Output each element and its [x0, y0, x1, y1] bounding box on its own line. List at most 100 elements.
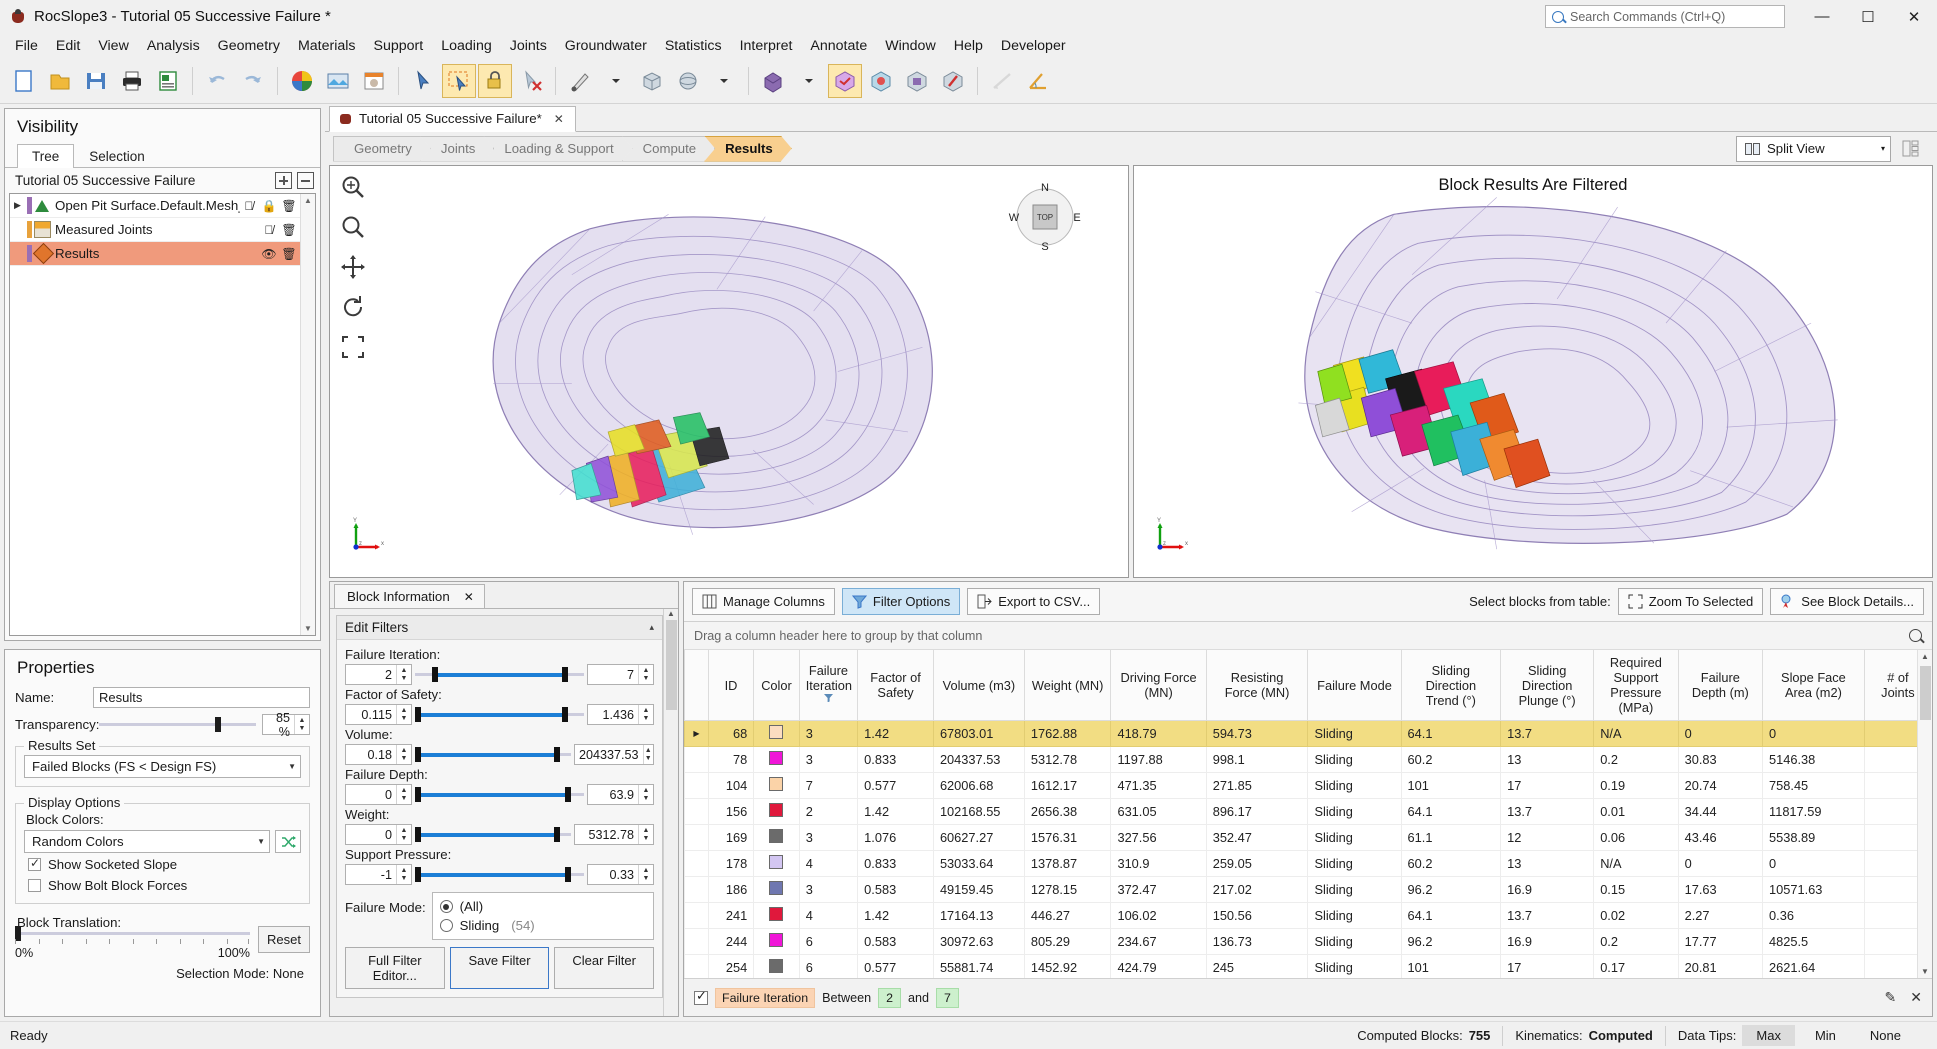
scroll-up-icon[interactable]: ▲ — [667, 609, 675, 618]
table-row[interactable]: 104 7 0.577 62006.68 1612.17 471.35 271.85 Slid… — [684, 772, 1932, 799]
failure-iteration-slider[interactable] — [415, 667, 584, 682]
rotate-icon[interactable] — [338, 292, 368, 322]
export-csv-button[interactable]: Export to CSV... — [967, 588, 1101, 615]
spinner-arrows[interactable]: ▲ ▼ — [396, 665, 411, 684]
menu-file[interactable]: File — [6, 35, 47, 57]
menu-view[interactable]: View — [89, 35, 138, 57]
dropdown-caret-icon[interactable] — [792, 64, 826, 98]
col-header-id[interactable]: ID — [707, 650, 755, 721]
name-input[interactable]: Results — [93, 687, 310, 708]
menu-interpret[interactable]: Interpret — [731, 35, 802, 57]
table-row[interactable]: 169 3 1.076 60627.27 1576.31 327.56 352.47 Slid… — [684, 824, 1932, 851]
angle-icon[interactable] — [1021, 64, 1055, 98]
spinner-arrows[interactable]: ▲ ▼ — [396, 865, 411, 884]
expand-arrow-icon[interactable]: ▶ — [14, 200, 27, 211]
tree-item-measured-joints[interactable]: Measured Joints 👁̸ 🗑 — [10, 218, 300, 242]
table-row[interactable]: 178 4 0.833 53033.64 1378.87 310.9 259.05 Slidi… — [684, 850, 1932, 877]
menu-joints[interactable]: Joints — [501, 35, 556, 57]
spinner-arrows[interactable]: ▲ ▼ — [396, 705, 411, 724]
spinner-arrows[interactable]: ▲ ▼ — [396, 825, 411, 844]
radio-all[interactable] — [439, 900, 453, 913]
show-bolt-block-forces-row[interactable]: Show Bolt Block Forces — [24, 874, 301, 895]
lock-icon[interactable]: 🔒 — [260, 199, 278, 213]
factor-of-safety-min-input[interactable]: 0.115 ▲ ▼ — [345, 704, 412, 725]
failure-depth-slider[interactable] — [415, 787, 584, 802]
report-icon[interactable] — [151, 64, 185, 98]
tree-scrollbar[interactable]: ▲ ▼ — [300, 194, 315, 635]
select-lock-icon[interactable] — [478, 63, 512, 98]
step-compute[interactable]: Compute — [622, 136, 716, 162]
dropdown-caret-icon[interactable] — [707, 64, 741, 98]
slider-knob[interactable] — [215, 717, 222, 732]
viewport-right[interactable]: Block Results Are Filtered x Y z — [1133, 165, 1933, 578]
search-icon[interactable] — [1909, 629, 1922, 642]
display-options-icon[interactable] — [321, 64, 355, 98]
col-header-weight[interactable]: Weight (MN) — [1023, 650, 1112, 721]
weight-slider[interactable] — [415, 827, 571, 842]
filter-value-low[interactable]: 2 — [878, 987, 902, 1008]
scroll-down-icon[interactable]: ▼ — [304, 622, 312, 635]
col-header-required-support-pressure[interactable]: Required Support Pressure (MPa) — [1593, 650, 1679, 721]
block-information-scrollbar[interactable]: ▲ — [663, 609, 678, 1016]
visible-eye-icon[interactable]: 👁 — [260, 247, 278, 261]
failure-iteration-max-input[interactable]: 7 ▲ ▼ — [587, 664, 654, 685]
spinner-arrows[interactable]: ▲ ▼ — [638, 665, 653, 684]
show-bolt-block-forces-checkbox[interactable] — [28, 879, 41, 892]
table-row[interactable]: 244 6 0.583 30972.63 805.29 234.67 136.73 Slidi… — [684, 928, 1932, 955]
col-header-sliding-direction-plunge[interactable]: Sliding Direction Plunge (°) — [1500, 650, 1595, 721]
dropdown-caret-icon[interactable] — [599, 64, 633, 98]
col-header-sliding-direction-trend[interactable]: Sliding Direction Trend (°) — [1400, 650, 1502, 721]
search-commands-input[interactable]: Search Commands (Ctrl+Q) — [1545, 5, 1785, 28]
filter-options-button[interactable]: Filter Options — [841, 588, 961, 615]
menu-geometry[interactable]: Geometry — [209, 35, 289, 57]
volume-slider[interactable] — [415, 747, 571, 762]
spinner-arrows[interactable]: ▲ ▼ — [638, 865, 653, 884]
menu-groundwater[interactable]: Groundwater — [556, 35, 656, 57]
joint-solid-icon[interactable] — [756, 64, 790, 98]
filter-enabled-checkbox[interactable] — [694, 988, 708, 1005]
full-filter-editor-button[interactable]: Full Filter Editor... — [345, 947, 445, 989]
collapse-caret-icon[interactable]: ▴ — [649, 622, 654, 633]
menu-window[interactable]: Window — [876, 35, 944, 57]
table-row[interactable]: 241 4 1.42 17164.13 446.27 106.02 150.56 Slidin… — [684, 902, 1932, 929]
table-scrollbar[interactable]: ▲ ▼ — [1917, 650, 1932, 978]
show-socketed-slope-checkbox[interactable] — [28, 856, 41, 871]
select-box-icon[interactable] — [442, 63, 476, 98]
failure-mode-sliding[interactable]: Sliding (54) — [439, 916, 646, 935]
filter-value-high[interactable]: 7 — [936, 987, 959, 1008]
close-icon[interactable]: ✕ — [464, 590, 474, 604]
pan-icon[interactable] — [338, 252, 368, 282]
manage-columns-button[interactable]: Manage Columns — [692, 588, 835, 615]
sphere-icon[interactable] — [671, 64, 705, 98]
layout-icon[interactable] — [1897, 136, 1923, 162]
spinner-arrows[interactable]: ▲ ▼ — [294, 715, 309, 734]
factor-of-safety-slider[interactable] — [415, 707, 584, 722]
support-pressure-min-input[interactable]: -1 ▲ ▼ — [345, 864, 412, 885]
table-row[interactable]: 78 3 0.833 204337.53 5312.78 1197.88 998.1 Slid… — [684, 746, 1932, 773]
col-header-color[interactable]: Color — [753, 650, 800, 721]
tab-selection[interactable]: Selection — [74, 144, 160, 168]
tree-item-open-pit-surface[interactable]: ▶ Open Pit Surface.Default.Mesh_extr 👁̸ … — [10, 194, 300, 218]
support-pressure-max-input[interactable]: 0.33 ▲ ▼ — [587, 864, 654, 885]
transparency-slider[interactable] — [99, 717, 256, 732]
undo-icon[interactable] — [200, 64, 234, 98]
probe-icon[interactable] — [563, 64, 597, 98]
see-block-details-button[interactable]: See Block Details... — [1770, 588, 1924, 615]
group-by-bar[interactable]: Drag a column header here to group by th… — [684, 622, 1932, 650]
block-translation-slider[interactable] — [15, 926, 250, 941]
data-tips-none-button[interactable]: None — [1856, 1025, 1915, 1046]
zoom-all-icon[interactable] — [338, 332, 368, 362]
transparency-value[interactable]: 85 % ▲ ▼ — [262, 711, 310, 739]
results-view-icon[interactable] — [828, 63, 862, 98]
col-header-resisting-force[interactable]: Resisting Force (MN) — [1205, 650, 1309, 721]
col-header-failure-iteration[interactable]: Failure Iteration — [798, 650, 859, 721]
scroll-up-icon[interactable]: ▲ — [1918, 652, 1932, 661]
factor-of-safety-max-input[interactable]: 1.436 ▲ ▼ — [587, 704, 654, 725]
spinner-arrows[interactable]: ▲ ▼ — [396, 745, 411, 764]
spinner-arrows[interactable]: ▲ ▼ — [638, 825, 653, 844]
print-icon[interactable] — [115, 64, 149, 98]
split-view-select[interactable]: Split View ▾ — [1736, 135, 1891, 162]
scroll-thumb[interactable] — [1920, 666, 1931, 720]
contour-icon[interactable] — [864, 64, 898, 98]
support-pressure-slider[interactable] — [415, 867, 584, 882]
